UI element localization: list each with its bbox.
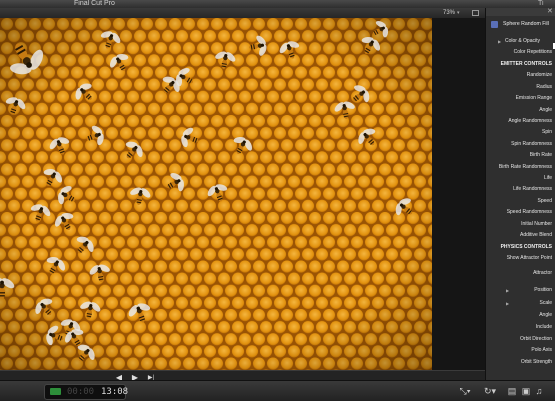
param-spin[interactable]: Spin	[542, 129, 552, 135]
param-additive-blend[interactable]: Additive Blend	[520, 232, 552, 238]
select-tool-icon[interactable]: ⤡▾	[456, 385, 474, 397]
param-color-opacity[interactable]: Color & Opacity	[505, 38, 540, 44]
param-initial-number[interactable]: Initial Number	[521, 221, 552, 227]
disclosure-triangle-icon[interactable]: ▶	[506, 288, 509, 293]
param-randomize[interactable]: Randomize	[527, 72, 552, 78]
param-radius[interactable]: Radius	[536, 84, 552, 90]
canvas-letterbox	[432, 18, 485, 370]
disclosure-triangle-icon[interactable]: ▶	[498, 39, 501, 44]
param-attractor[interactable]: Attractor	[533, 270, 552, 276]
param-emission-range[interactable]: Emission Range	[516, 95, 552, 101]
close-icon[interactable]: ✕	[547, 7, 553, 15]
zoom-level[interactable]: 73%	[443, 8, 455, 18]
param-angle[interactable]: Angle	[539, 312, 552, 318]
inspector-title-fragment: Ti	[538, 0, 544, 7]
inspector-header: ✕	[486, 8, 555, 16]
generator-inspector: ✕ Sphere Random Fill Color & Opacity ▶ Col…	[485, 8, 555, 392]
param-polo-axis[interactable]: Polo Axis	[531, 347, 552, 353]
timecode-value: 13:08	[101, 387, 129, 397]
timecode-ghost: 00:00	[67, 387, 95, 397]
param-life-randomness[interactable]: Life Randomness	[513, 186, 552, 192]
clip-appearance-icon[interactable]: ▤	[507, 385, 517, 397]
view-options-icon[interactable]	[472, 10, 479, 16]
viewer: 73% ▾ ◀ ▶ ▶|	[0, 8, 485, 392]
param-speed-randomness[interactable]: Speed Randomness	[507, 209, 552, 215]
title-bar: Final Cut Pro Ti	[0, 0, 555, 8]
param-birth-rate[interactable]: Birth Rate	[530, 152, 552, 158]
param-orbit-direction[interactable]: Orbit Direction	[520, 336, 552, 342]
honeycomb-frame	[0, 18, 432, 370]
param-include[interactable]: Include	[536, 324, 552, 330]
video-canvas[interactable]	[0, 18, 432, 370]
param-angle[interactable]: Angle	[539, 107, 552, 113]
timecode-display[interactable]: 00:00 13:08	[44, 384, 129, 400]
param-position[interactable]: Position	[534, 287, 552, 293]
viewer-toolbar: 73% ▾	[0, 8, 485, 18]
zoom-caret-icon[interactable]: ▾	[457, 8, 460, 18]
param-physics-controls[interactable]: PHYSICS CONTROLS	[501, 244, 552, 250]
param-birth-rate-randomness[interactable]: Birth Rate Randomness	[499, 164, 552, 170]
photos-browser-icon[interactable]: ▣	[521, 385, 531, 397]
disclosure-triangle-icon[interactable]: ▶	[506, 301, 509, 306]
param-color-repetitions[interactable]: Color Repetitions	[514, 49, 552, 55]
app-title: Final Cut Pro	[74, 0, 115, 7]
param-emitter-controls[interactable]: EMITTER CONTROLS	[501, 61, 552, 67]
param-spin-randomness[interactable]: Spin Randomness	[511, 141, 552, 147]
param-speed[interactable]: Speed	[538, 198, 552, 204]
param-show-attractor-point[interactable]: Show Attractor Point	[507, 255, 552, 261]
timecode-mode-icon	[50, 388, 61, 395]
generator-name: Sphere Random Fill	[503, 21, 549, 27]
param-angle-randomness[interactable]: Angle Randomness	[508, 118, 552, 124]
param-scale[interactable]: Scale	[539, 300, 552, 306]
music-browser-icon[interactable]: ♫	[534, 385, 544, 397]
snapping-icon[interactable]: ↻▾	[481, 385, 499, 397]
bottom-toolbar: 00:00 13:08 ⤡▾ ↻▾ ▤ ▣ ♫	[0, 380, 555, 401]
param-life[interactable]: Life	[544, 175, 552, 181]
generator-row: Sphere Random Fill	[491, 20, 555, 29]
generator-icon	[491, 21, 498, 28]
param-orbit-strength[interactable]: Orbit Strength	[521, 359, 552, 365]
